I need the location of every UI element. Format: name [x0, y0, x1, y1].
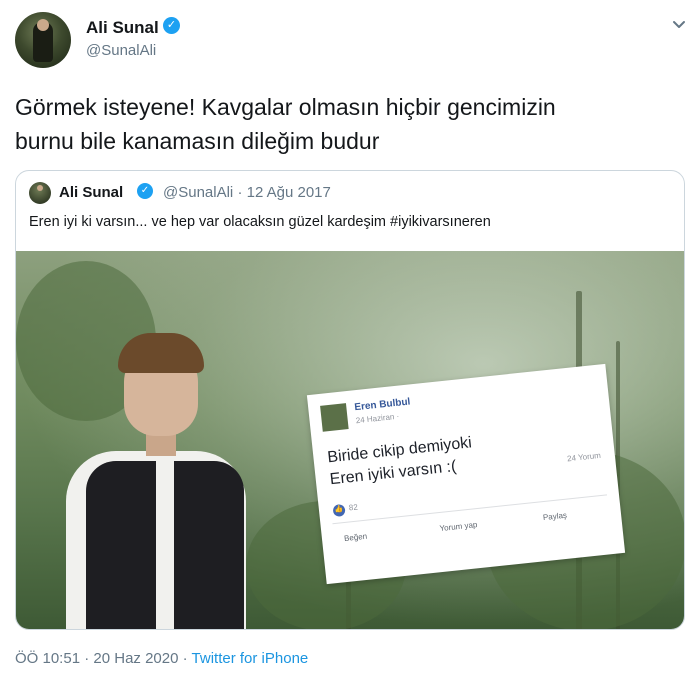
avatar-head: [37, 185, 43, 191]
verified-badge-icon: ✓: [137, 183, 153, 199]
tweet-date[interactable]: 20 Haz 2020: [93, 650, 178, 667]
verified-badge-icon: ✓: [163, 17, 180, 34]
tweet-time[interactable]: ÖÖ 10:51: [15, 650, 80, 667]
tweet-text-line: burnu bile kanamasın dileğim budur: [15, 128, 380, 154]
fb-name: Eren Bulbul: [353, 396, 411, 414]
fb-comment-count: 24 Yorum: [566, 450, 602, 464]
fb-avatar: [320, 403, 349, 432]
person-vest: [174, 461, 244, 629]
quoted-handle[interactable]: @SunalAli: [163, 184, 233, 201]
avatar-head: [37, 19, 49, 31]
quoted-author-name[interactable]: Ali Sunal: [59, 184, 123, 201]
tweet-text: Görmek isteyene! Kavgalar olmasın hiçbir…: [15, 90, 675, 158]
quoted-date[interactable]: 12 Ağu 2017: [247, 184, 331, 201]
person-hair: [118, 333, 204, 373]
separator: ·: [237, 184, 243, 201]
author-avatar[interactable]: [15, 12, 71, 68]
quoted-author-avatar[interactable]: [29, 182, 51, 204]
separator: ·: [182, 650, 188, 667]
quoted-meta: @SunalAli · 12 Ağu 2017: [163, 184, 331, 201]
author-name[interactable]: Ali Sunal: [86, 18, 159, 38]
fb-date: 24 Haziran ·: [355, 411, 400, 426]
fb-share-action: Paylaş: [542, 510, 568, 523]
quoted-photo[interactable]: Eren Bulbul 24 Haziran · Biride cikip de…: [16, 251, 684, 629]
thumbs-up-icon: 👍: [332, 503, 346, 518]
author-handle[interactable]: @SunalAli: [86, 42, 156, 59]
fb-comment-action: Yorum yap: [439, 520, 478, 534]
separator: ·: [84, 650, 90, 667]
tweet-text-line: Görmek isteyene! Kavgalar olmasın hiçbir…: [15, 94, 556, 120]
fb-like-count: 82: [348, 502, 359, 513]
quoted-tweet[interactable]: Ali Sunal ✓ @SunalAli · 12 Ağu 2017 Eren…: [15, 170, 685, 630]
facebook-post-card: Eren Bulbul 24 Haziran · Biride cikip de…: [306, 363, 626, 585]
tweet-client-link[interactable]: Twitter for iPhone: [192, 650, 309, 667]
person-vest: [86, 461, 156, 629]
fb-like-action: Beğen: [343, 531, 368, 544]
tweet-footer: ÖÖ 10:51 · 20 Haz 2020 · Twitter for iPh…: [15, 650, 308, 667]
chevron-down-icon[interactable]: [670, 16, 688, 34]
quoted-text: Eren iyi ki varsın... ve hep var olacaks…: [29, 214, 491, 230]
